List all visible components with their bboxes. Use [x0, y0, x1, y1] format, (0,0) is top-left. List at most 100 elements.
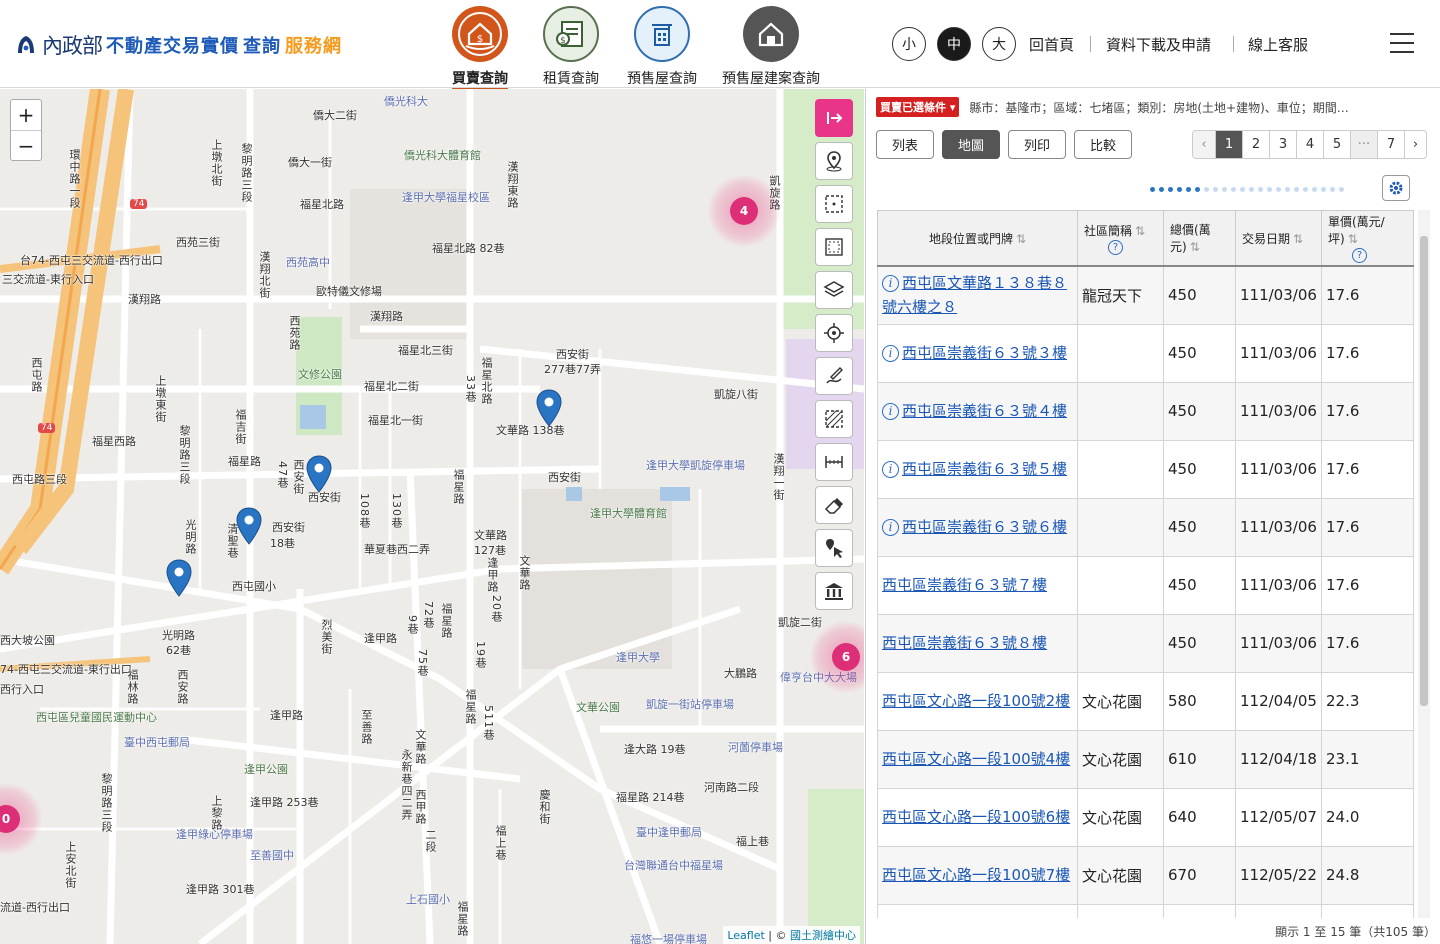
layers-button[interactable]	[815, 271, 853, 309]
address-link[interactable]: 西屯區崇義街６３號７樓	[882, 576, 1047, 594]
page-2-button[interactable]: 2	[1242, 131, 1269, 158]
area-measure-button[interactable]	[815, 400, 853, 438]
page-4-button[interactable]: 4	[1296, 131, 1323, 158]
address-link[interactable]: 西屯區文心路一段100號6樓	[882, 808, 1070, 826]
marker-cluster[interactable]: 4	[708, 175, 780, 247]
map-marker-pin[interactable]	[536, 389, 562, 427]
zoom-in-button[interactable]: +	[11, 100, 41, 130]
view-map-button[interactable]: 地圖	[942, 130, 1000, 159]
help-icon[interactable]: ?	[1352, 248, 1367, 263]
distance-measure-button[interactable]	[815, 443, 853, 481]
address-link[interactable]: 西屯區文華路１３８巷８號六樓之８	[882, 274, 1067, 316]
table-row[interactable]: i 西屯區崇義街６３號６樓 450 111/03/06 17.6	[877, 497, 1414, 557]
compare-button[interactable]: 比較	[1074, 130, 1132, 159]
map-street-label: 130巷	[390, 493, 403, 529]
font-size-large-button[interactable]: 大	[982, 27, 1016, 61]
page-next-button[interactable]: ›	[1404, 131, 1426, 158]
table-row[interactable]: i 西屯區崇義街６３號５樓 450 111/03/06 17.6	[877, 439, 1414, 499]
page-5-button[interactable]: 5	[1323, 131, 1350, 158]
scrollbar-thumb[interactable]	[1420, 236, 1428, 706]
nav-sale-query[interactable]: $ 買賣查詢	[430, 6, 530, 91]
col-community-header[interactable]: 社區簡稱 ⇅?	[1077, 210, 1164, 267]
nav-presale-label: 預售屋查詢	[627, 71, 697, 87]
font-size-medium-button[interactable]: 中	[937, 27, 971, 61]
rent-contract-icon: $	[543, 6, 599, 62]
address-link[interactable]: 西屯區崇義街６３號６樓	[902, 518, 1067, 536]
page-7-button[interactable]: 7	[1377, 131, 1404, 158]
nav-rent-query[interactable]: $ 租賃查詢	[521, 6, 621, 88]
zoom-out-button[interactable]: −	[11, 130, 41, 160]
table-scrollbar[interactable]	[1418, 210, 1430, 918]
table-row[interactable]: 西屯區崇義街６３號７樓 450 111/03/06 17.6	[877, 555, 1414, 615]
eraser-button[interactable]	[815, 486, 853, 524]
info-icon[interactable]: i	[882, 275, 899, 293]
address-link[interactable]: 西屯區崇義街６３號４樓	[902, 402, 1067, 420]
info-icon[interactable]: i	[882, 345, 899, 362]
table-row[interactable]: i 西屯區文華路１３８巷８號六樓之８ 龍冠天下 450 111/03/06 17.6	[877, 265, 1414, 325]
col-date-header[interactable]: 交易日期 ⇅	[1235, 210, 1322, 267]
address-link[interactable]: 西屯區崇義街６３號３樓	[902, 344, 1067, 362]
map-label: 臺中西屯郵局	[124, 736, 190, 749]
nav-presale-project-query[interactable]: 預售屋建案查詢	[720, 6, 822, 88]
leaflet-link[interactable]: Leaflet	[727, 929, 764, 942]
my-location-button[interactable]	[815, 314, 853, 352]
view-list-button[interactable]: 列表	[876, 130, 934, 159]
page-prev-button[interactable]: ‹	[1193, 131, 1215, 158]
table-row[interactable]: 西屯區文心路一段100號2樓 文心花園 580 112/04/05 22.3	[877, 671, 1414, 731]
draw-button[interactable]	[815, 357, 853, 395]
frame-button[interactable]	[815, 228, 853, 266]
nlsc-link[interactable]: 國土測繪中心	[790, 929, 856, 942]
online-service-link[interactable]: 線上客服	[1248, 34, 1308, 55]
map-marker-pin[interactable]	[236, 507, 262, 545]
col-address-header[interactable]: 地段位置或門牌 ⇅	[877, 210, 1078, 267]
table-row[interactable]: i 西屯區崇義街６３號４樓 450 111/03/06 17.6	[877, 381, 1414, 441]
community-cell: 龍冠天下	[1077, 265, 1164, 325]
table-row[interactable]: i 西屯區崇義街６３號３樓 450 111/03/06 17.6	[877, 323, 1414, 383]
sort-icon[interactable]: ⇅	[1190, 240, 1200, 254]
conditions-dropdown[interactable]: 買賣已選條件 ▾	[876, 97, 960, 117]
map-marker-pin[interactable]	[306, 455, 332, 493]
table-row[interactable]: 西屯區文心路一段100號7樓 文心花園 670 112/05/22 24.8	[877, 845, 1414, 905]
sort-icon[interactable]: ⇅	[1348, 232, 1358, 246]
map-view[interactable]: 僑光科大 僑光科大體育館 逢甲大學福星校區 福星北路 82巷 福星北路 僑大一街 僑大二街西…	[0, 89, 864, 944]
info-icon[interactable]: i	[882, 461, 899, 478]
map-street-label: 環中路一段	[68, 149, 81, 209]
table-row[interactable]: 西屯區文心路一段100	[877, 903, 1414, 918]
print-button[interactable]: 列印	[1008, 130, 1066, 159]
page-3-button[interactable]: 3	[1269, 131, 1296, 158]
collapse-panel-button[interactable]	[815, 99, 853, 137]
site-logo[interactable]: 內政部 不動產交易實價 查詢 服務網	[14, 30, 342, 60]
font-size-small-button[interactable]: 小	[892, 27, 926, 61]
address-link[interactable]: 西屯區文心路一段100號4樓	[882, 750, 1070, 768]
address-link[interactable]: 西屯區文心路一段100號7樓	[882, 866, 1070, 884]
table-row[interactable]: 西屯區崇義街６３號８樓 450 111/03/06 17.6	[877, 613, 1414, 673]
address-link[interactable]: 西屯區文心路一段100號2樓	[882, 692, 1070, 710]
map-marker-pin[interactable]	[166, 559, 192, 597]
sort-icon[interactable]: ⇅	[1016, 232, 1026, 246]
data-download-link[interactable]: 資料下載及申請	[1106, 34, 1211, 55]
table-row[interactable]: 西屯區文心路一段100號6樓 文心花園 640 112/05/07 24.0	[877, 787, 1414, 847]
nav-presale-query[interactable]: 預售屋查詢	[612, 6, 712, 88]
government-building-button[interactable]	[815, 572, 853, 610]
help-icon[interactable]: ?	[1108, 239, 1123, 255]
menu-icon[interactable]	[1390, 33, 1414, 53]
map-label: 福星路	[228, 455, 261, 468]
map-label: 凱旋二街	[778, 616, 822, 629]
point-query-button[interactable]	[815, 529, 853, 567]
select-area-button[interactable]	[815, 185, 853, 223]
col-price-header[interactable]: 總價(萬元) ⇅	[1163, 210, 1236, 267]
address-link[interactable]: 西屯區崇義街６３號８樓	[882, 634, 1047, 652]
table-settings-button[interactable]	[1382, 175, 1410, 201]
address-link[interactable]: 西屯區崇義街６３號５樓	[902, 460, 1067, 478]
info-icon[interactable]: i	[882, 519, 899, 536]
locate-pin-button[interactable]	[815, 142, 853, 180]
sort-icon[interactable]: ⇅	[1135, 224, 1145, 238]
home-link[interactable]: 回首頁	[1029, 34, 1074, 55]
sort-icon[interactable]: ⇅	[1293, 232, 1303, 246]
info-icon[interactable]: i	[882, 403, 899, 420]
map-label: 光明路	[162, 629, 195, 642]
page-1-button[interactable]: 1	[1215, 131, 1242, 158]
eraser-icon	[824, 498, 843, 514]
table-row[interactable]: 西屯區文心路一段100號4樓 文心花園 610 112/04/18 23.1	[877, 729, 1414, 789]
col-unit-price-header[interactable]: 單價(萬元/坪) ⇅?	[1321, 210, 1414, 267]
